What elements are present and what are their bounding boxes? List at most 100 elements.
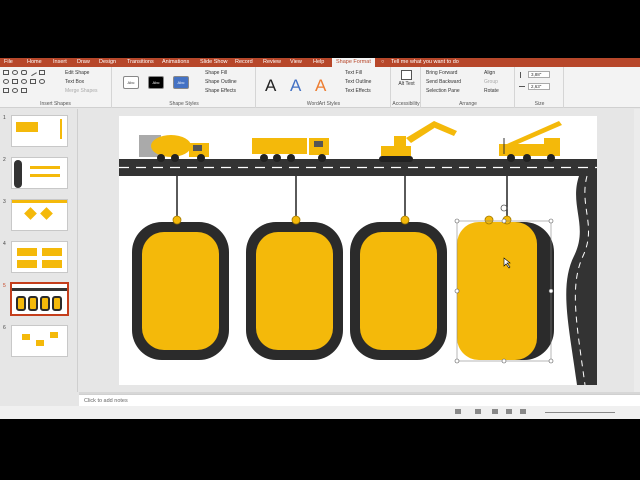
wordart-styles-label: WordArt Styles [306,101,341,107]
merge-shapes-button[interactable]: Merge Shapes [65,87,98,95]
slide-number: 3 [3,199,6,205]
text-effects-button[interactable]: Text Effects [345,87,371,95]
text-outline-button[interactable]: Text Outline [345,78,371,86]
zoom-slider[interactable] [545,412,615,413]
star-shape-icon[interactable] [3,88,9,93]
shape-fill-button[interactable]: Shape Fill [205,69,227,77]
shape-height-input[interactable]: 3,88" [528,71,550,78]
style-swatch-black[interactable]: Abc [148,76,164,89]
wordart-group: A A A Text Fill Text Outline Text Effect… [257,67,391,108]
arrange-group: Bring Forward Send Backward Selection Pa… [422,67,515,108]
square-shape-icon[interactable] [39,70,45,75]
ribbon: Edit Shape Text Box Merge Shapes Insert … [0,67,640,108]
curve-shape-icon[interactable] [21,79,27,84]
slide-thumbnail-3[interactable] [11,199,68,231]
tab-slide-show[interactable]: Slide Show [200,58,228,67]
send-backward-button[interactable]: Send Backward [426,78,461,86]
align-button[interactable]: Align [484,69,495,77]
accessibility-group: Alt Text Accessibility [392,67,421,108]
slide-thumbnail-4[interactable] [11,241,68,273]
yellow-panel-2 [246,215,343,360]
size-group: 3,88" 2,63" Size [516,67,564,108]
slide-number: 1 [3,115,6,121]
slide-thumbnail-1[interactable] [11,115,68,147]
tell-me-search[interactable]: Tell me what you want to do [391,58,459,67]
insert-shapes-group: Edit Shape Text Box Merge Shapes Insert … [0,67,112,108]
ribbon-tabs: File Home Insert Draw Design Transitions… [0,58,640,67]
tab-record[interactable]: Record [235,58,253,67]
reading-view-icon[interactable] [520,409,526,414]
selection-pane-button[interactable]: Selection Pane [426,87,460,95]
excavator-icon [379,121,457,162]
slide-editor[interactable] [79,109,640,392]
slide-number: 2 [3,157,6,163]
vertical-scrollbar[interactable] [634,109,640,392]
current-slide[interactable] [119,116,597,385]
tab-review[interactable]: Review [263,58,281,67]
lightbulb-icon: ○ [381,59,385,65]
crane-truck-icon [499,121,562,162]
text-fill-button[interactable]: Text Fill [345,69,362,77]
slide-number: 4 [3,241,6,247]
slide-sorter-icon[interactable] [506,409,512,414]
shape-styles-label: Shape Styles [169,101,199,107]
style-swatch-blue[interactable]: Abc [173,76,189,89]
circle-shape-icon[interactable] [3,79,9,84]
smiley-shape-icon[interactable] [12,88,18,93]
shape-gallery[interactable] [3,68,58,97]
style-swatch-white[interactable]: Abc [123,76,139,89]
accessibility-label: Accessibility [392,101,420,107]
tab-draw[interactable]: Draw [77,58,90,67]
shape-effects-button[interactable]: Shape Effects [205,87,236,95]
normal-view-icon[interactable] [492,409,498,414]
status-bar [0,406,640,419]
tab-design[interactable]: Design [99,58,116,67]
shape-styles-group: Abc Abc Abc Shape Fill Shape Outline Sha… [113,67,256,108]
insert-shapes-label: Insert Shapes [40,101,71,107]
slide-thumbnail-2[interactable] [11,157,68,189]
powerpoint-window: File Home Insert Draw Design Transitions… [0,58,640,419]
rectangle-shape-icon[interactable] [3,70,9,75]
arrow-shape-icon[interactable] [12,79,18,84]
wordart-style-blue[interactable]: A [290,76,301,96]
wordart-style-orange[interactable]: A [315,76,326,96]
shape-width-input[interactable]: 2,63" [528,83,550,90]
tab-view[interactable]: View [290,58,302,67]
tab-file[interactable]: File [4,58,13,67]
callout-shape-icon[interactable] [21,88,27,93]
alt-text-button[interactable]: Alt Text [396,81,417,89]
tab-insert[interactable]: Insert [53,58,67,67]
height-icon [520,72,524,78]
tab-shape-format[interactable]: Shape Format [332,58,375,67]
tab-transitions[interactable]: Transitions [127,58,154,67]
bring-forward-button[interactable]: Bring Forward [426,69,457,77]
tab-animations[interactable]: Animations [162,58,189,67]
slide-thumbnail-5[interactable] [10,282,69,316]
slide-thumbnail-6[interactable] [11,325,68,357]
brace-shape-icon[interactable] [39,79,45,84]
line-shape-icon[interactable] [29,68,37,77]
tab-help[interactable]: Help [313,58,324,67]
rotate-button[interactable]: Rotate [484,87,499,95]
tab-home[interactable]: Home [27,58,42,67]
notes-pane[interactable]: Click to add notes [79,394,640,406]
shape-outline-button[interactable]: Shape Outline [205,78,237,86]
text-box-button[interactable]: Text Box [65,78,84,86]
oval-shape-icon[interactable] [12,70,18,75]
size-label: Size [534,101,545,107]
notes-placeholder[interactable]: Click to add notes [84,398,128,404]
dump-truck-icon [252,138,329,162]
slide-thumbnail-pane: 1 2 3 4 5 6 [0,109,78,392]
main-area: 1 2 3 4 5 6 Click to add notes [0,109,640,419]
group-button[interactable]: Group [484,78,498,86]
rounded-rect-shape-icon[interactable] [21,70,27,75]
wordart-style-black[interactable]: A [265,76,276,96]
yellow-panel-4-selected [457,215,554,360]
edit-shape-button[interactable]: Edit Shape [65,69,89,77]
triangle-shape-icon[interactable] [30,79,36,84]
slide-number: 6 [3,325,6,331]
notes-icon[interactable] [455,409,461,414]
comments-icon[interactable] [475,409,481,414]
slide-artwork [119,121,597,385]
yellow-panel-3 [350,215,447,360]
